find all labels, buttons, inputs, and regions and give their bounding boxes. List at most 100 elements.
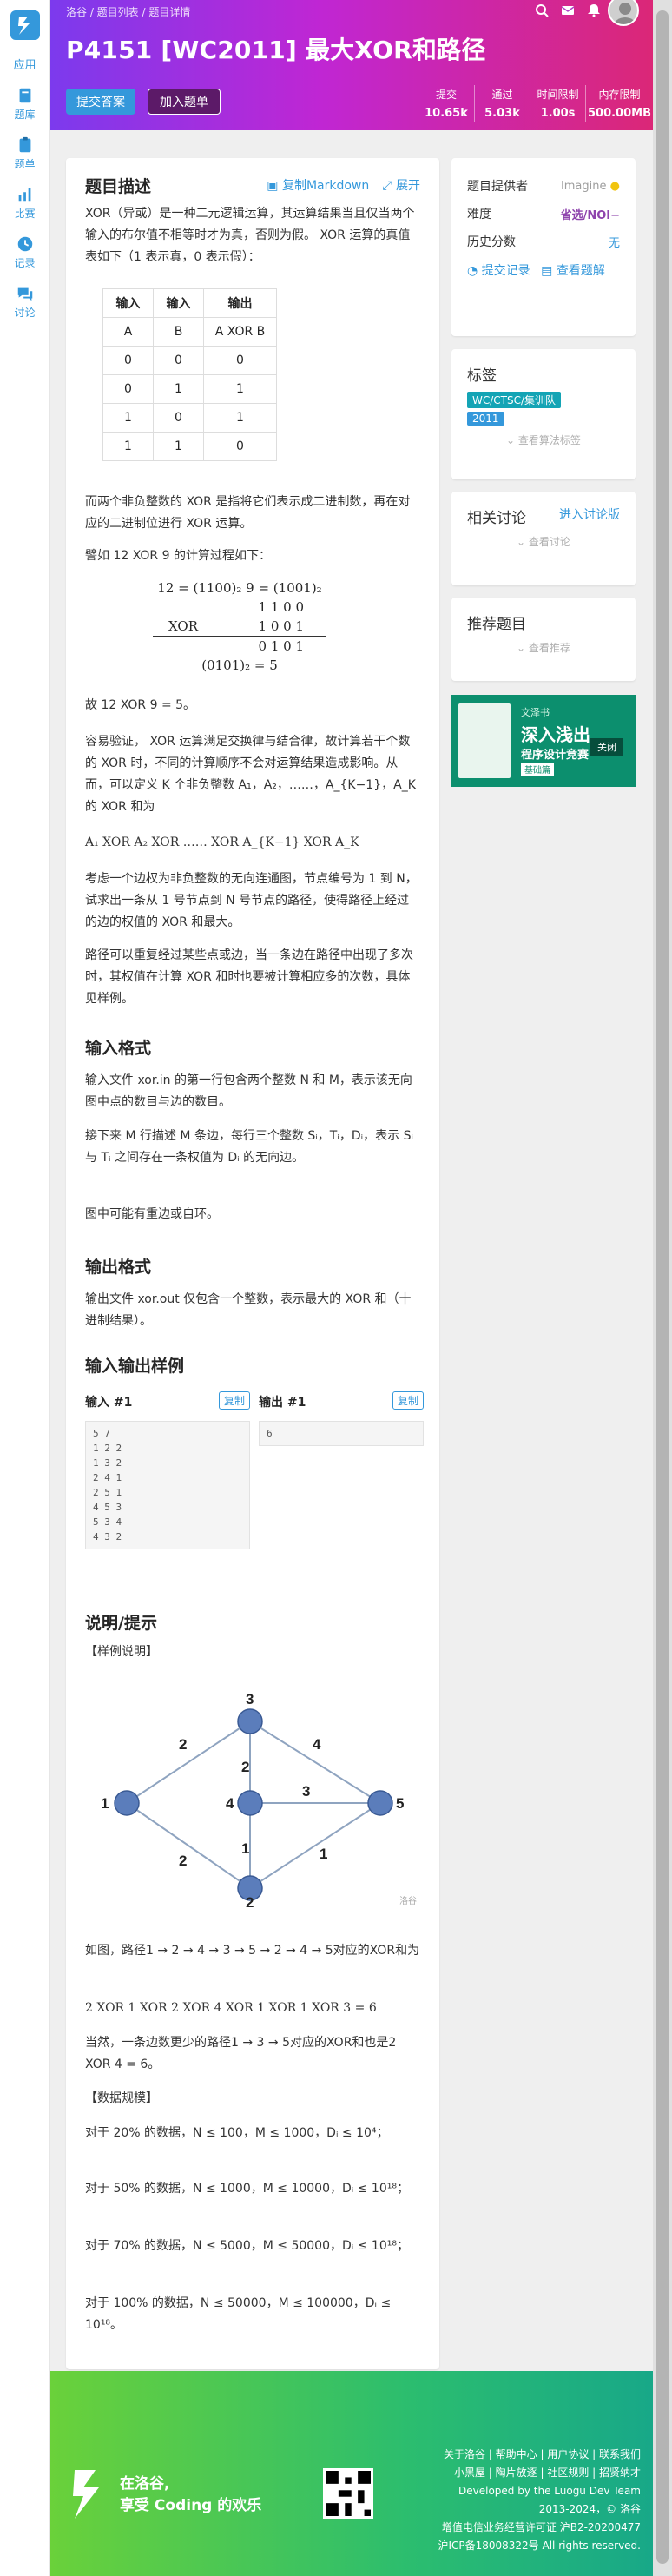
- submit-answer-button[interactable]: 提交答案: [66, 89, 135, 115]
- book-cover-image: [458, 703, 511, 778]
- table-row: 110: [102, 432, 277, 461]
- problem-info-card: 题目提供者 Imagine ● 难度 省选/NOI− 历史分数 无 ◔ 提交记录 ▤ …: [451, 158, 636, 336]
- problem-content: 题目描述 ▣ 复制Markdown ⤢ 展开 XOR（异或）是一种二元逻辑运算，…: [66, 158, 439, 2369]
- stat-submissions: 提交 10.65k: [425, 89, 468, 120]
- add-to-list-button[interactable]: 加入题单: [148, 89, 221, 115]
- edge-label: 3: [302, 1783, 310, 1800]
- edge-label: 2: [241, 1759, 249, 1775]
- scale-p3: 对于 70% 的数据，N ≤ 5000，M ≤ 50000，Dᵢ ≤ 10¹⁸；: [85, 2239, 409, 2253]
- luogu-logo[interactable]: [0, 0, 50, 50]
- node-label: 5: [396, 1795, 404, 1812]
- table-row: 011: [102, 374, 277, 404]
- enter-discussion-link[interactable]: 进入讨论版: [559, 505, 620, 527]
- output-p1: 输出文件 xor.out 仅包含一个整数，表示最大的 XOR 和（十进制结果）。: [85, 1292, 412, 1328]
- desc-p6: A₁ XOR A₂ XOR …… XOR A_{K−1} XOR A_K: [85, 836, 359, 849]
- qr-code: [323, 2468, 373, 2519]
- sample-output-code[interactable]: 6: [259, 1421, 424, 1446]
- app-menu[interactable]: 应用: [0, 56, 49, 72]
- footer-link-row[interactable]: 小黑屋 | 陶片放逐 | 社区规则 | 招贤纳才: [438, 2464, 641, 2482]
- recommend-title: 推荐题目: [467, 616, 526, 633]
- truth-table: 输入 输入 输出 ABA XOR B 000 011 101 110: [102, 288, 277, 461]
- advertisement-banner[interactable]: 文泽书 深入浅出 程序设计竞赛 基础篇 关闭: [451, 695, 636, 787]
- discussion-card: 相关讨论 进入讨论版 ⌄ 查看讨论: [451, 492, 636, 585]
- input-p3: 图中可能有重边或自环。: [85, 1207, 219, 1221]
- sample-output-label: 输出 #1: [259, 1396, 306, 1410]
- scrollbar-thumb[interactable]: [656, 10, 669, 2564]
- search-icon[interactable]: [535, 3, 549, 17]
- close-ad-button[interactable]: 关闭: [590, 738, 623, 756]
- markdown-icon: ▣: [267, 179, 282, 193]
- history-score: 无: [608, 236, 620, 250]
- copy-input-button[interactable]: 复制: [218, 1391, 250, 1410]
- show-algorithm-tags[interactable]: ⌄ 查看算法标签: [467, 433, 620, 447]
- node-label: 2: [246, 1894, 254, 1909]
- problem-header: 洛谷 / 题目列表 / 题目详情 P4151 [WC2011] 最大XOR和路径…: [50, 0, 653, 130]
- footer-link-row[interactable]: 关于洛谷 | 帮助中心 | 用户协议 | 联系我们: [438, 2446, 641, 2464]
- tag[interactable]: WC/CTSC/集训队: [467, 392, 562, 408]
- copy-markdown-link[interactable]: ▣ 复制Markdown: [267, 179, 369, 193]
- desc-p4: 故 12 XOR 9 = 5。: [85, 698, 196, 712]
- provider-link[interactable]: Imagine ●: [561, 180, 620, 193]
- history-label: 历史分数: [467, 235, 516, 249]
- solution-link[interactable]: ▤ 查看题解: [541, 264, 605, 278]
- discussion-title: 相关讨论: [467, 510, 526, 527]
- xor-calculation: 12 = (1100)₂ 9 = (1001)₂ 1 1 0 0 XOR 1 0 …: [153, 578, 326, 675]
- document-icon: ▤: [541, 264, 557, 278]
- input-p1: 输入文件 xor.in 的第一行包含两个整数 N 和 M，表示该无向图中点的数目…: [85, 1073, 412, 1109]
- chat-icon: [17, 287, 32, 301]
- sidebar-item-label: 题库: [14, 109, 36, 121]
- scale-p2: 对于 50% 的数据，N ≤ 1000，M ≤ 10000，Dᵢ ≤ 10¹⁸；: [85, 2182, 409, 2196]
- samples-heading: 输入输出样例: [85, 1357, 185, 1376]
- bell-icon[interactable]: [587, 3, 601, 17]
- expand-link[interactable]: ⤢ 展开: [382, 179, 420, 193]
- sidebar-item-lists[interactable]: 题单: [0, 135, 49, 171]
- show-recommend[interactable]: ⌄ 查看推荐: [467, 640, 620, 655]
- node-label: 3: [246, 1691, 254, 1707]
- sidebar-item-label: 题单: [14, 158, 36, 170]
- output-format-heading: 输出格式: [85, 1258, 152, 1277]
- table-header: 输入: [153, 288, 204, 318]
- sidebar-item-label: 比赛: [14, 208, 36, 220]
- breadcrumb[interactable]: 洛谷 / 题目列表 / 题目详情: [66, 4, 190, 19]
- luogu-footer-logo: [73, 2470, 99, 2519]
- input-format-heading: 输入格式: [85, 1039, 152, 1058]
- table-row: 000: [102, 346, 277, 375]
- tag[interactable]: 2011: [467, 412, 504, 426]
- record-icon: [17, 236, 32, 252]
- sidebar-item-discuss[interactable]: 讨论: [0, 284, 49, 320]
- top-toolbar: [535, 0, 601, 21]
- hint-p3: 当然，一条边数更少的路径1 → 3 → 5对应的XOR和也是2 XOR 4 = …: [85, 2036, 397, 2071]
- sidebar-item-contests[interactable]: 比赛: [0, 185, 49, 221]
- edge-label: 2: [179, 1736, 187, 1753]
- table-header: 输入: [102, 288, 154, 318]
- mail-icon[interactable]: [561, 3, 575, 17]
- scrollbar[interactable]: [653, 0, 672, 2576]
- stat-accepted: 通过 5.03k: [474, 85, 530, 122]
- problem-stats: 提交 10.65k 通过 5.03k 时间限制 1.00s 内存限制 500.00MB: [418, 85, 653, 122]
- footer: 在洛谷, 享受 Coding 的欢乐 关于洛谷 | 帮助中心 | 用户协议 | 联…: [50, 2371, 653, 2576]
- description-heading: 题目描述: [85, 176, 152, 196]
- show-discussion[interactable]: ⌄ 查看讨论: [467, 534, 620, 549]
- tags-title: 标签: [467, 367, 497, 385]
- sidebar-item-label: 记录: [14, 257, 36, 269]
- desc-p8: 路径可以重复经过某些点或边，当一条边在路径中出现了多次时，其权值在计算 XOR …: [85, 948, 413, 1006]
- tags-card: 标签 WC/CTSC/集训队 2011 ⌄ 查看算法标签: [451, 349, 636, 479]
- submit-record-link[interactable]: ◔ 提交记录: [467, 264, 530, 278]
- sample-input-code[interactable]: 5 71 2 21 3 22 4 12 5 14 5 35 3 44 3 2: [85, 1421, 250, 1549]
- sidebar-item-problems[interactable]: 题库: [0, 86, 49, 122]
- book-icon: [19, 88, 30, 103]
- avatar[interactable]: [608, 0, 639, 26]
- desc-p5: 容易验证， XOR 运算满足交换律与结合律，故计算若干个数的 XOR 时，不同的…: [85, 735, 416, 814]
- sample-input: 输入 #1 复制 5 71 2 21 3 22 4 12 5 14 5 35 3…: [85, 1391, 250, 1549]
- sidebar-item-records[interactable]: 记录: [0, 234, 49, 270]
- hint-p2: 2 XOR 1 XOR 2 XOR 4 XOR 1 XOR 1 XOR 3 = …: [85, 2001, 377, 2015]
- copy-output-button[interactable]: 复制: [392, 1391, 424, 1410]
- sample-output: 输出 #1 复制 6: [259, 1391, 424, 1446]
- provider-label: 题目提供者: [467, 180, 528, 194]
- edge-label: 2: [179, 1853, 187, 1869]
- hint-sub: 【样例说明】: [85, 1645, 158, 1659]
- watermark: 洛谷: [399, 1895, 417, 1906]
- sidebar: 应用 题库 题单 比赛 记录 讨论: [0, 0, 50, 2576]
- footer-slogan: 在洛谷, 享受 Coding 的欢乐: [120, 2475, 262, 2514]
- pie-chart-icon: ◔: [467, 264, 482, 278]
